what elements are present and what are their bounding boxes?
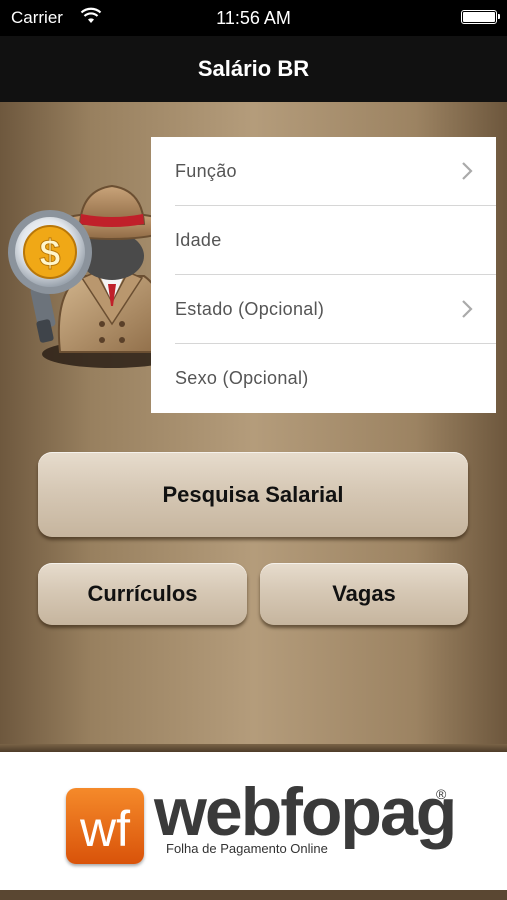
footer-banner[interactable]: wf webfopag ® Folha de Pagamento Online (0, 752, 507, 890)
sexo-field[interactable]: Sexo (Opcional) (175, 344, 496, 413)
vagas-button[interactable]: Vagas (260, 563, 468, 625)
page-title: Salário BR (197, 56, 310, 81)
sexo-label: Sexo (Opcional) (175, 368, 309, 388)
chevron-right-icon (462, 300, 473, 318)
status-bar: Carrier 11:56 AM (0, 0, 507, 36)
chevron-right-icon (462, 162, 473, 180)
estado-label: Estado (Opcional) (175, 299, 325, 319)
webfopag-logo-icon: wf (66, 788, 144, 864)
bottom-divider (0, 890, 507, 900)
logo-mark: wf (79, 801, 130, 857)
pesquisa-salarial-button[interactable]: Pesquisa Salarial (38, 452, 468, 537)
navigation-bar: Salário BR (0, 36, 507, 102)
main-content: $ Função Idade Estado (Opcional) Sexo (O… (0, 102, 507, 752)
idade-field[interactable]: Idade (175, 206, 496, 275)
funcao-label: Função (175, 161, 237, 181)
curriculos-button[interactable]: Currículos (38, 563, 247, 625)
idade-label: Idade (175, 230, 222, 250)
battery-icon (461, 10, 500, 24)
estado-field[interactable]: Estado (Opcional) (175, 275, 496, 344)
search-form-card: Função Idade Estado (Opcional) Sexo (Opc… (151, 137, 496, 413)
dollar-sign-icon: $ (39, 233, 60, 275)
brand-name: webfopag (154, 774, 457, 850)
funcao-field[interactable]: Função (175, 137, 496, 206)
registered-mark: ® (436, 786, 447, 802)
brand-tagline: Folha de Pagamento Online (166, 841, 328, 856)
clock-time: 11:56 AM (216, 8, 291, 28)
